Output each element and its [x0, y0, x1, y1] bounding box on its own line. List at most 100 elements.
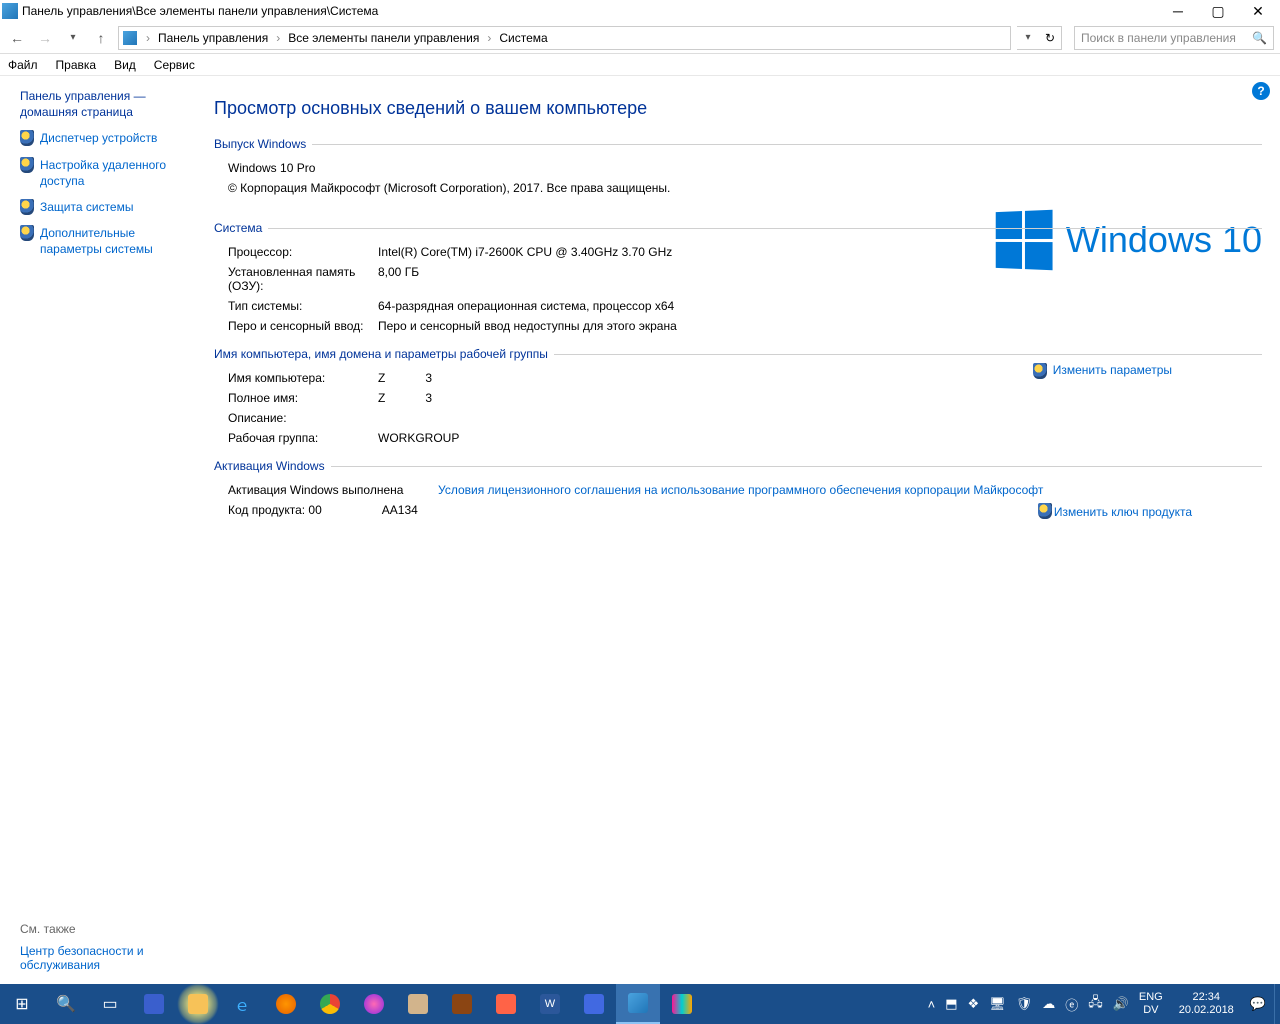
pen-label: Перо и сенсорный ввод: [228, 319, 378, 333]
sidebar-item-device-manager[interactable]: Диспетчер устройств [20, 130, 190, 146]
see-also-label: См. также [20, 922, 190, 936]
chevron-right-icon: › [484, 31, 494, 45]
taskbar-app-control-panel[interactable] [616, 984, 660, 1024]
windows-logo-icon [996, 210, 1053, 270]
tray-icon[interactable]: 🖥 [989, 996, 1006, 1012]
fullname-label: Полное имя: [228, 391, 378, 405]
taskbar: ⊞ 🔍 ▭ ｅ W ˄ ⬒ ❖ 🖥 🛡 ☁ ⓔ 🖧 🔊 ENG DV 22:34… [0, 984, 1280, 1024]
see-also-link[interactable]: Центр безопасности и обслуживания [20, 944, 190, 972]
address-bar[interactable]: › Панель управления › Все элементы панел… [118, 26, 1011, 50]
breadcrumb[interactable]: Все элементы панели управления [285, 29, 482, 47]
system-tray: ˄ ⬒ ❖ 🖥 🛡 ☁ ⓔ 🖧 🔊 ENG DV 22:34 20.02.201… [920, 991, 1274, 1017]
group-edition-head: Выпуск Windows [214, 137, 312, 151]
ram-value: 8,00 ГБ [378, 265, 419, 293]
system-icon [123, 31, 137, 45]
compname-label: Имя компьютера: [228, 371, 378, 385]
desc-label: Описание: [228, 411, 378, 425]
start-button[interactable]: ⊞ [0, 984, 44, 1024]
tray-network-icon[interactable]: 🖧 [1088, 993, 1103, 1015]
menu-view[interactable]: Вид [112, 56, 138, 74]
taskbar-app[interactable] [660, 984, 704, 1024]
taskbar-app[interactable] [440, 984, 484, 1024]
group-system-head: Система [214, 221, 268, 235]
main-panel: ? Просмотр основных сведений о вашем ком… [200, 76, 1280, 984]
workgroup-label: Рабочая группа: [228, 431, 378, 445]
search-icon[interactable]: 🔍 [44, 984, 88, 1024]
compname-value: Z 3 [378, 371, 432, 385]
back-button[interactable]: ← [6, 27, 28, 49]
history-button[interactable]: ▾ [62, 27, 84, 49]
change-settings-link[interactable]: Изменить параметры [1033, 363, 1172, 379]
tray-notifications-icon[interactable]: 💬 [1250, 996, 1266, 1012]
tray-chevron-up-icon[interactable]: ˄ [928, 997, 936, 1012]
pen-value: Перо и сенсорный ввод недоступны для это… [378, 319, 677, 333]
chevron-right-icon: › [143, 31, 153, 45]
sidebar: Панель управления — домашняя страница Ди… [0, 76, 200, 984]
systype-label: Тип системы: [228, 299, 378, 313]
shield-icon [1033, 363, 1049, 379]
maximize-button[interactable]: ▢ [1198, 0, 1238, 22]
windows-logo: Windows 10 [994, 211, 1262, 269]
show-desktop-button[interactable] [1274, 984, 1280, 1024]
taskbar-app[interactable] [352, 984, 396, 1024]
cpu-value: Intel(R) Core(TM) i7-2600K CPU @ 3.40GHz… [378, 245, 672, 259]
taskbar-app[interactable] [484, 984, 528, 1024]
sidebar-home-link[interactable]: Панель управления — домашняя страница [20, 88, 190, 120]
menu-edit[interactable]: Правка [54, 56, 99, 74]
tray-clock[interactable]: 22:34 20.02.2018 [1173, 991, 1240, 1017]
taskbar-app-chrome[interactable] [308, 984, 352, 1024]
minimize-button[interactable]: ─ [1158, 0, 1198, 22]
search-input[interactable]: Поиск в панели управления 🔍 [1074, 26, 1274, 50]
tray-language[interactable]: ENG DV [1139, 991, 1163, 1017]
group-activation-head: Активация Windows [214, 459, 331, 473]
titlebar: Панель управления\Все элементы панели уп… [0, 0, 1280, 22]
fullname-value: Z 3 [378, 391, 432, 405]
forward-button[interactable]: → [34, 27, 56, 49]
breadcrumb[interactable]: Панель управления [155, 29, 271, 47]
shield-icon [1038, 505, 1054, 519]
menu-service[interactable]: Сервис [152, 56, 197, 74]
navbar: ← → ▾ ↑ › Панель управления › Все элемен… [0, 22, 1280, 54]
tray-icon[interactable]: ⬒ [945, 996, 957, 1012]
ram-label: Установленная память (ОЗУ): [228, 265, 378, 293]
activation-status: Активация Windows выполнена [228, 483, 438, 497]
close-button[interactable]: ✕ [1238, 0, 1278, 22]
edition-value: Windows 10 Pro [228, 161, 315, 175]
change-key-link[interactable]: Изменить ключ продукта [1038, 503, 1192, 519]
productkey-label: Код продукта: 00 AA134 [228, 503, 438, 517]
taskbar-app[interactable] [572, 984, 616, 1024]
tray-icon[interactable]: 🛡 [1016, 996, 1033, 1012]
copyright-text: © Корпорация Майкрософт (Microsoft Corpo… [228, 181, 670, 195]
group-name-head: Имя компьютера, имя домена и параметры р… [214, 347, 554, 361]
help-button[interactable]: ? [1252, 82, 1270, 100]
page-title: Просмотр основных сведений о вашем компь… [214, 98, 1262, 119]
tray-onedrive-icon[interactable]: ☁ [1042, 996, 1055, 1012]
taskbar-app[interactable] [396, 984, 440, 1024]
sidebar-item-advanced-settings[interactable]: Дополнительные параметры системы [20, 225, 190, 257]
search-icon[interactable]: 🔍 [1252, 31, 1267, 45]
up-button[interactable]: ↑ [90, 27, 112, 49]
systype-value: 64-разрядная операционная система, проце… [378, 299, 674, 313]
license-terms-link[interactable]: Условия лицензионного соглашения на испо… [438, 483, 1043, 497]
addr-dropdown-button[interactable]: ▾ [1017, 27, 1039, 49]
breadcrumb[interactable]: Система [496, 29, 550, 47]
taskbar-app-firefox[interactable] [264, 984, 308, 1024]
refresh-button[interactable]: ↻ [1039, 27, 1061, 49]
taskbar-app[interactable] [132, 984, 176, 1024]
search-placeholder: Поиск в панели управления [1081, 31, 1236, 45]
system-icon [2, 3, 18, 19]
taskbar-app-ie[interactable]: ｅ [220, 984, 264, 1024]
taskbar-app-word[interactable]: W [528, 984, 572, 1024]
sidebar-item-system-protection[interactable]: Защита системы [20, 199, 190, 215]
chevron-right-icon: › [273, 31, 283, 45]
tray-icon[interactable]: ❖ [968, 996, 980, 1012]
menu-file[interactable]: Файл [6, 56, 40, 74]
tray-volume-icon[interactable]: 🔊 [1113, 996, 1129, 1012]
task-view-button[interactable]: ▭ [88, 984, 132, 1024]
taskbar-app-file-explorer[interactable] [176, 984, 220, 1024]
tray-icon[interactable]: ⓔ [1065, 995, 1078, 1014]
cpu-label: Процессор: [228, 245, 378, 259]
sidebar-item-remote-settings[interactable]: Настройка удаленного доступа [20, 157, 190, 189]
workgroup-value: WORKGROUP [378, 431, 459, 445]
window-title: Панель управления\Все элементы панели уп… [22, 4, 1158, 18]
